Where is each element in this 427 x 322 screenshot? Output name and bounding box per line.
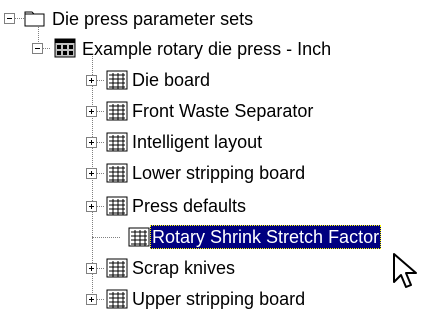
expand-toggle[interactable]: [86, 75, 97, 86]
parameter-group-icon: [106, 289, 128, 309]
expand-toggle[interactable]: [86, 201, 97, 212]
tree-node-intelligent-layout[interactable]: Intelligent layout: [0, 128, 427, 158]
expand-toggle[interactable]: [86, 294, 97, 305]
expand-toggle[interactable]: [86, 168, 97, 179]
parameter-group-icon: [106, 258, 128, 278]
expand-toggle[interactable]: [86, 106, 97, 117]
tree-node-label[interactable]: Scrap knives: [130, 256, 237, 280]
parameter-group-icon: [106, 70, 128, 90]
arrow-pointer-icon: [393, 253, 417, 288]
tree-node-press-defaults[interactable]: Press defaults: [0, 192, 427, 222]
parameter-group-icon: [106, 196, 128, 216]
tree-node-label[interactable]: Example rotary die press - Inch: [80, 37, 333, 61]
tree-node-lower-stripping-board[interactable]: Lower stripping board: [0, 159, 427, 189]
expand-toggle[interactable]: [86, 263, 97, 274]
parameter-group-icon: [106, 101, 128, 121]
tree-node-label[interactable]: Upper stripping board: [130, 287, 307, 311]
parameter-group-icon: [106, 163, 128, 183]
tree-node-label[interactable]: Die board: [130, 68, 212, 92]
tree-node-parameter-set[interactable]: Example rotary die press - Inch: [0, 34, 427, 64]
tree-node-label[interactable]: Lower stripping board: [130, 161, 307, 185]
tree-node-front-waste-separator[interactable]: Front Waste Separator: [0, 97, 427, 127]
collapse-toggle[interactable]: [32, 43, 43, 54]
tree-node-label[interactable]: Press defaults: [130, 194, 248, 218]
tree-node-rotary-shrink-stretch-factor[interactable]: Rotary Shrink Stretch Factor: [0, 223, 427, 253]
parameter-group-icon: [106, 132, 128, 152]
folder-icon: [24, 11, 45, 27]
parameter-set-icon: [54, 38, 76, 58]
expand-toggle[interactable]: [86, 137, 97, 148]
tree-node-root[interactable]: Die press parameter sets: [0, 4, 427, 34]
tree-node-scrap-knives[interactable]: Scrap knives: [0, 254, 427, 284]
parameter-group-icon: [128, 227, 150, 247]
tree-node-label[interactable]: Front Waste Separator: [130, 99, 315, 123]
tree-node-upper-stripping-board[interactable]: Upper stripping board: [0, 285, 427, 315]
tree-node-die-board[interactable]: Die board: [0, 66, 427, 96]
tree-view[interactable]: Die press parameter sets Example rotary …: [0, 0, 427, 322]
collapse-toggle[interactable]: [4, 13, 15, 24]
tree-node-label[interactable]: Die press parameter sets: [50, 7, 255, 31]
tree-node-label[interactable]: Intelligent layout: [130, 130, 264, 154]
tree-node-label-selected[interactable]: Rotary Shrink Stretch Factor: [150, 225, 382, 249]
